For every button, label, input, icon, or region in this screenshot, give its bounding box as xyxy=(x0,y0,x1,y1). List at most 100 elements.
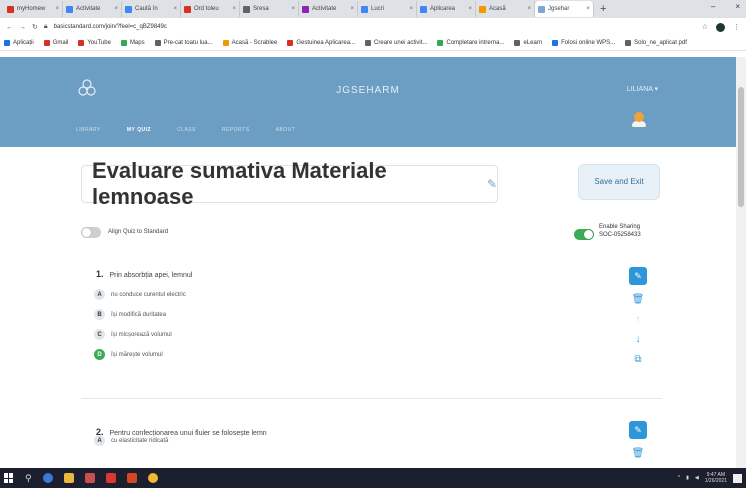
bookmark-item[interactable]: Completare intrerna... xyxy=(437,40,504,46)
store-icon[interactable] xyxy=(84,473,95,483)
bookmark-item[interactable]: Aplicații xyxy=(4,40,34,46)
page-scrollbar[interactable] xyxy=(736,57,746,468)
bookmark-item[interactable]: Folosi online WPS... xyxy=(552,40,615,46)
tab-favicon-icon xyxy=(66,5,73,13)
answer-option[interactable]: Bîși modifică duritatea xyxy=(94,309,166,320)
new-tab-button[interactable]: + xyxy=(600,3,606,15)
star-icon[interactable]: ☆ xyxy=(702,23,708,31)
avatar[interactable] xyxy=(632,112,646,128)
bookmark-item[interactable]: Solo_ne_aplicat pdf xyxy=(625,40,687,46)
menu-icon[interactable]: ⋮ xyxy=(733,23,740,31)
minimize-button[interactable]: – xyxy=(711,2,715,11)
duplicate-icon[interactable]: ⧉ xyxy=(629,354,647,365)
chrome-icon[interactable] xyxy=(147,473,158,483)
bookmark-item[interactable]: Creare unei activit... xyxy=(365,40,427,46)
browser-tab[interactable]: myHomew × xyxy=(4,1,63,17)
search-icon[interactable]: ⚲ xyxy=(25,473,32,484)
enable-sharing-toggle[interactable] xyxy=(574,229,594,240)
brand-name: JGSEHARM xyxy=(336,85,400,96)
close-tab-icon[interactable]: × xyxy=(527,6,531,12)
answer-option[interactable]: Acu elasticitate ridicată xyxy=(94,435,168,446)
answer-option[interactable]: Anu conduce curentul electric xyxy=(94,289,186,300)
trash-icon[interactable]: 🗑︎ xyxy=(629,294,647,305)
browser-tab[interactable]: Activitate × xyxy=(63,1,122,17)
save-and-exit-button[interactable]: Save and Exit xyxy=(578,164,660,200)
taskbar: ⚲ ^ ▮ ◀ 9:47 AM 1/26/2021 xyxy=(0,468,746,488)
notification-icon[interactable] xyxy=(733,473,742,483)
reload-icon[interactable]: ↻ xyxy=(32,23,38,31)
tab-favicon-icon xyxy=(361,5,368,13)
close-tab-icon[interactable]: × xyxy=(586,6,590,12)
trash-icon[interactable]: 🗑︎ xyxy=(629,448,647,459)
close-tab-icon[interactable]: × xyxy=(468,6,472,12)
browser-tab[interactable]: Lucri × xyxy=(358,1,417,17)
bookmark-favicon-icon xyxy=(552,40,559,46)
tray-up-icon[interactable]: ^ xyxy=(678,475,680,481)
network-icon[interactable]: ▮ xyxy=(686,475,689,481)
office-icon[interactable] xyxy=(126,473,137,483)
nav-tab[interactable]: CLASS xyxy=(177,127,196,133)
close-window-button[interactable]: × xyxy=(735,2,740,11)
sharing-label: Enable Sharing xyxy=(599,224,641,230)
browser-tab[interactable]: Activitate × xyxy=(299,1,358,17)
nav-tab[interactable]: ABOUT xyxy=(276,127,296,133)
browser-tab[interactable]: Aplicarea × xyxy=(417,1,476,17)
browser-tab[interactable]: Jgsehar × xyxy=(535,1,594,17)
back-icon[interactable]: ← xyxy=(6,24,13,31)
bookmark-item[interactable]: eLearn xyxy=(514,40,542,46)
close-tab-icon[interactable]: × xyxy=(409,6,413,12)
bookmark-item[interactable]: Pre-cat toatu lua... xyxy=(154,40,213,46)
option-letter-badge: D xyxy=(94,349,105,360)
close-tab-icon[interactable]: × xyxy=(173,6,177,12)
edit-question-button[interactable]: ✎ xyxy=(629,267,647,285)
forward-icon[interactable]: → xyxy=(19,24,26,31)
profile-icon[interactable] xyxy=(716,22,725,32)
bookmark-item[interactable]: Maps xyxy=(120,40,145,46)
browser-tab[interactable]: Caută în × xyxy=(122,1,181,17)
bookmark-favicon-icon xyxy=(625,40,632,46)
windows-start-icon[interactable] xyxy=(4,473,14,483)
pencil-icon[interactable]: ✎ xyxy=(487,177,497,191)
nav-tab[interactable]: LIBRARY xyxy=(76,127,101,133)
bookmark-label: Gestuinea Aplicarea... xyxy=(296,40,356,46)
answer-option[interactable]: Cîși micșorează volumul xyxy=(94,329,172,340)
move-down-icon[interactable]: ↓ xyxy=(629,334,647,345)
move-up-icon[interactable]: ↑ xyxy=(629,314,647,325)
user-menu[interactable]: LILIANA ▾ xyxy=(627,85,658,93)
edit-question-button[interactable]: ✎ xyxy=(629,421,647,439)
nav-tab[interactable]: MY QUIZ xyxy=(127,127,151,133)
file-explorer-icon[interactable] xyxy=(63,473,74,483)
bookmark-item[interactable]: YouTube xyxy=(78,40,111,46)
bookmark-label: Solo_ne_aplicat pdf xyxy=(634,40,687,46)
bookmark-item[interactable]: Acasă - Scrablee xyxy=(222,40,278,46)
tab-favicon-icon xyxy=(125,5,132,13)
address-bar: ← → ↻ 🔒︎ basicstandard.com/join/?feel=c_… xyxy=(0,18,746,36)
bookmark-label: Acasă - Scrablee xyxy=(231,40,278,46)
close-tab-icon[interactable]: × xyxy=(291,6,295,12)
pdf-reader-icon[interactable] xyxy=(105,473,116,483)
option-text: cu elasticitate ridicată xyxy=(111,437,169,444)
volume-icon[interactable]: ◀ xyxy=(695,475,699,481)
nav-tab[interactable]: REPORTS xyxy=(222,127,250,133)
browser-tab[interactable]: Sresa × xyxy=(240,1,299,17)
browser-tab[interactable]: Acasă × xyxy=(476,1,535,17)
close-tab-icon[interactable]: × xyxy=(55,6,59,12)
url-field[interactable]: basicstandard.com/join/?feel=c_qBZ9849c xyxy=(54,24,167,30)
tab-favicon-icon xyxy=(7,5,14,13)
bookmark-item[interactable]: Gmail xyxy=(43,40,68,46)
bookmark-item[interactable]: Gestuinea Aplicarea... xyxy=(287,40,355,46)
close-tab-icon[interactable]: × xyxy=(350,6,354,12)
answer-option[interactable]: Dîși mărește volumul xyxy=(94,349,163,360)
close-tab-icon[interactable]: × xyxy=(232,6,236,12)
browser-tab[interactable]: Ord toleu × xyxy=(181,1,240,17)
question-tools: ✎ 🗑︎ xyxy=(629,421,649,459)
quiz-title-field[interactable]: Evaluare sumativa Materiale lemnoase ✎ xyxy=(81,158,498,209)
tab-title: Aplicarea xyxy=(430,6,456,12)
align-standard-toggle[interactable] xyxy=(81,227,101,238)
tab-favicon-icon xyxy=(184,5,191,13)
close-tab-icon[interactable]: × xyxy=(114,6,118,12)
clock[interactable]: 9:47 AM 1/26/2021 xyxy=(705,472,727,484)
bookmark-label: Folosi online WPS... xyxy=(561,40,616,46)
option-text: își micșorează volumul xyxy=(111,331,172,338)
edge-icon[interactable] xyxy=(42,473,53,483)
